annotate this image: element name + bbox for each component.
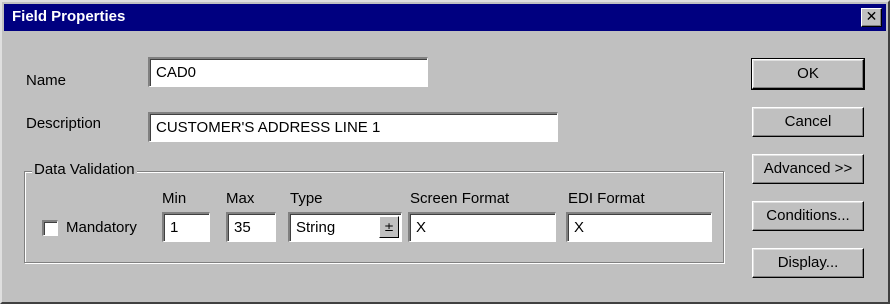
min-field[interactable]: 1 xyxy=(162,212,210,242)
max-field[interactable]: 35 xyxy=(226,212,276,242)
advanced-button[interactable]: Advanced >> xyxy=(752,154,864,184)
field-properties-dialog: Field Properties ✕ Name CAD0 Description… xyxy=(0,0,890,304)
close-icon: ✕ xyxy=(865,9,878,25)
screen-format-label: Screen Format xyxy=(410,190,510,207)
data-validation-title: Data Validation xyxy=(32,161,137,178)
description-label: Description xyxy=(26,115,102,132)
window-title: Field Properties xyxy=(12,8,126,25)
title-bar[interactable]: Field Properties ✕ xyxy=(4,4,886,31)
screen-format-field[interactable]: X xyxy=(408,212,556,242)
type-label: Type xyxy=(290,190,323,207)
type-select[interactable]: String ± xyxy=(288,212,402,242)
max-label: Max xyxy=(226,190,255,207)
display-button[interactable]: Display... xyxy=(752,248,864,278)
ok-button[interactable]: OK xyxy=(751,58,865,90)
description-field[interactable]: CUSTOMER'S ADDRESS LINE 1 xyxy=(148,112,558,142)
name-label: Name xyxy=(26,72,67,89)
mandatory-checkbox[interactable] xyxy=(42,220,58,236)
type-select-value: String xyxy=(296,219,336,236)
name-field[interactable]: CAD0 xyxy=(148,57,428,87)
conditions-button[interactable]: Conditions... xyxy=(752,201,864,231)
edi-format-field[interactable]: X xyxy=(566,212,712,242)
mandatory-label[interactable]: Mandatory xyxy=(66,219,137,236)
close-button[interactable]: ✕ xyxy=(861,8,882,27)
dropdown-arrow-icon[interactable]: ± xyxy=(379,216,399,238)
cancel-button[interactable]: Cancel xyxy=(752,107,864,137)
min-label: Min xyxy=(162,190,187,207)
edi-format-label: EDI Format xyxy=(568,190,645,207)
